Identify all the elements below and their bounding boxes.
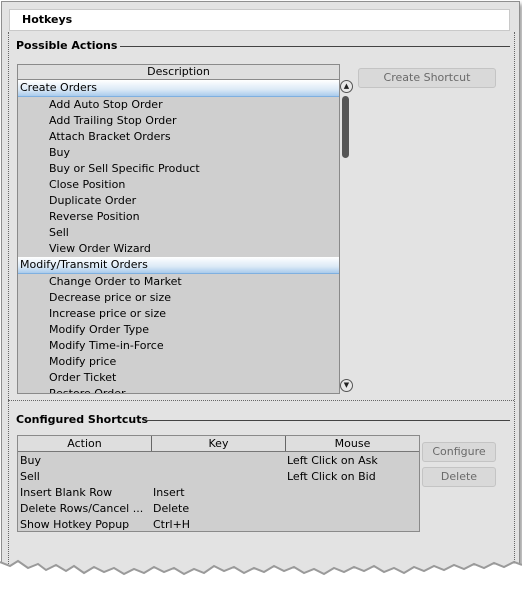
table-row[interactable]: Delete Rows/Cancel ... Delete <box>18 501 419 517</box>
action-list-item[interactable]: Change Order to Market <box>18 274 339 290</box>
torn-edge <box>0 540 522 597</box>
action-group-header[interactable]: Modify/Transmit Orders <box>18 257 339 274</box>
action-list-item[interactable]: Increase price or size <box>18 306 339 322</box>
section-divider <box>8 400 514 401</box>
shortcut-key-cell: Delete <box>153 502 190 515</box>
action-list-item[interactable]: Attach Bracket Orders <box>18 129 339 145</box>
action-list-item[interactable]: Add Auto Stop Order <box>18 97 339 113</box>
chevron-up-icon: ▲ <box>343 82 350 90</box>
action-list-item[interactable]: Close Position <box>18 177 339 193</box>
table-row[interactable]: Sell Left Click on Bid <box>18 469 419 485</box>
action-list-item[interactable]: Buy <box>18 145 339 161</box>
possible-actions-rule <box>120 46 510 47</box>
action-list-item[interactable]: Add Trailing Stop Order <box>18 113 339 129</box>
possible-actions-list[interactable]: Description Create Orders Add Auto Stop O… <box>17 64 340 394</box>
shortcut-mouse-cell: Left Click on Ask <box>287 454 378 467</box>
configured-shortcuts-title: Configured Shortcuts <box>16 413 155 426</box>
actions-rows: Create Orders Add Auto Stop Order Add Trai… <box>18 80 339 393</box>
action-list-item[interactable]: Reverse Position <box>18 209 339 225</box>
key-column-header[interactable]: Key <box>152 436 286 451</box>
shortcut-action-cell: Delete Rows/Cancel ... <box>20 502 144 515</box>
hotkeys-window: Hotkeys Possible Actions Description Cre… <box>1 1 520 595</box>
configured-shortcuts-rule <box>146 420 510 421</box>
shortcut-action-cell: Insert Blank Row <box>20 486 113 499</box>
table-row[interactable]: Show Hotkey Popup Ctrl+H <box>18 517 419 533</box>
mouse-column-header[interactable]: Mouse <box>286 436 419 451</box>
action-list-item[interactable]: Modify Order Type <box>18 322 339 338</box>
configure-button[interactable]: Configure <box>422 442 496 462</box>
shortcut-action-cell: Show Hotkey Popup <box>20 518 130 531</box>
shortcut-key-cell: Insert <box>153 486 185 499</box>
description-column-header[interactable]: Description <box>18 65 339 80</box>
action-list-item[interactable]: Sell <box>18 225 339 241</box>
table-row[interactable]: Buy Left Click on Ask <box>18 453 419 469</box>
actions-scrollbar[interactable]: ▲ ▼ <box>339 80 353 392</box>
configured-shortcuts-table[interactable]: Action Key Mouse Buy Left Click on Ask Sel… <box>17 435 420 532</box>
action-list-item[interactable]: Decrease price or size <box>18 290 339 306</box>
chevron-down-icon: ▼ <box>343 381 350 389</box>
action-list-item[interactable]: Restore Order <box>18 386 339 393</box>
action-list-item[interactable]: Modify price <box>18 354 339 370</box>
scroll-up-button[interactable]: ▲ <box>340 80 353 93</box>
delete-button[interactable]: Delete <box>422 467 496 487</box>
action-list-item[interactable]: Order Ticket <box>18 370 339 386</box>
action-group-header[interactable]: Create Orders <box>18 80 339 97</box>
table-row[interactable]: Insert Blank Row Insert <box>18 485 419 501</box>
shortcuts-table-header: Action Key Mouse <box>18 436 419 452</box>
window-title: Hotkeys <box>22 13 73 26</box>
action-list-item[interactable]: Modify Time-in-Force <box>18 338 339 354</box>
right-panel-border <box>514 32 515 592</box>
left-panel-border <box>8 32 9 592</box>
shortcut-key-cell: Ctrl+H <box>153 518 191 531</box>
possible-actions-title: Possible Actions <box>16 39 124 52</box>
action-column-header[interactable]: Action <box>18 436 152 451</box>
shortcut-action-cell: Sell <box>20 470 40 483</box>
scroll-down-button[interactable]: ▼ <box>340 379 353 392</box>
action-list-item[interactable]: View Order Wizard <box>18 241 339 257</box>
window-title-bar: Hotkeys <box>9 9 510 31</box>
create-shortcut-button[interactable]: Create Shortcut <box>358 68 496 88</box>
action-list-item[interactable]: Buy or Sell Specific Product <box>18 161 339 177</box>
shortcut-action-cell: Buy <box>20 454 42 467</box>
shortcut-mouse-cell: Left Click on Bid <box>287 470 376 483</box>
action-list-item[interactable]: Duplicate Order <box>18 193 339 209</box>
scrollbar-thumb[interactable] <box>342 96 349 158</box>
